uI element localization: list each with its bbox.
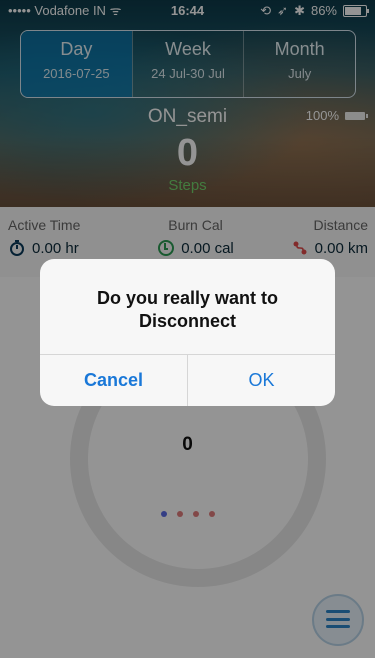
dialog-message: Do you really want to Disconnect xyxy=(96,288,279,331)
cancel-button[interactable]: Cancel xyxy=(40,355,187,406)
app-screen: ••••• Vodafone IN ᯤ 16:44 ⟲ ➶ ✱ 86% Day … xyxy=(0,0,375,658)
ok-button[interactable]: OK xyxy=(187,355,335,406)
dialog-actions: Cancel OK xyxy=(40,355,335,406)
disconnect-dialog: Do you really want to Disconnect Cancel … xyxy=(40,259,335,406)
